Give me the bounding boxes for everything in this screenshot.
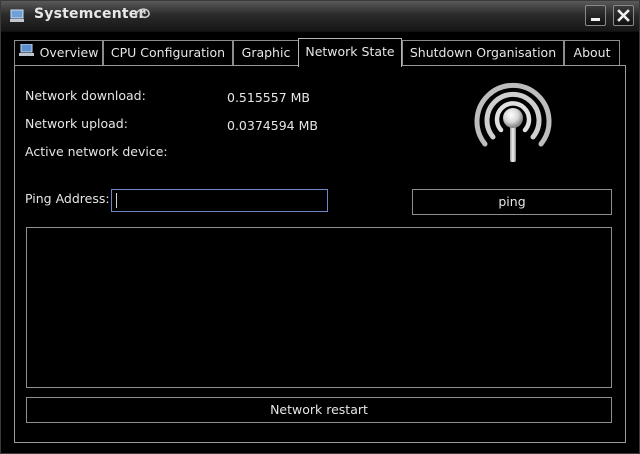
systemcenter-window: Systemcenter Overview CPU Configuration …: [0, 0, 640, 454]
tab-label: Overview: [39, 45, 99, 60]
ping-address-input[interactable]: [111, 189, 328, 212]
tab-label: Graphic: [241, 45, 291, 60]
network-upload-value: 0.0374594 MB: [227, 118, 318, 133]
tab-label: Network State: [305, 44, 395, 59]
ping-button-label: ping: [498, 194, 526, 209]
active-network-device-label: Active network device:: [25, 144, 168, 159]
tab-graphic[interactable]: Graphic: [233, 40, 299, 65]
tab-label: CPU Configuration: [110, 45, 226, 60]
network-upload-label: Network upload:: [25, 116, 128, 131]
close-icon: [617, 9, 630, 22]
tab-about[interactable]: About: [564, 40, 620, 65]
ping-address-label: Ping Address:: [25, 191, 110, 206]
ping-button[interactable]: ping: [412, 189, 612, 215]
tab-label: About: [573, 45, 611, 60]
swirl-icon: [132, 4, 154, 24]
close-button[interactable]: [613, 5, 634, 26]
ping-output-area[interactable]: [26, 227, 612, 388]
network-restart-label: Network restart: [270, 402, 368, 417]
tab-overview[interactable]: Overview: [14, 40, 103, 65]
tab-label: Shutdown Organisation: [409, 45, 557, 60]
network-download-label: Network download:: [25, 88, 146, 103]
computer-icon: [9, 8, 25, 24]
network-download-value: 0.515557 MB: [227, 90, 310, 105]
minimize-icon: [591, 18, 600, 21]
network-restart-button[interactable]: Network restart: [26, 397, 612, 423]
wireless-signal-icon: [469, 74, 557, 166]
computer-icon: [18, 40, 34, 64]
tab-network-state[interactable]: Network State: [298, 38, 402, 67]
title-bar[interactable]: Systemcenter: [1, 1, 639, 32]
tab-shutdown-organisation[interactable]: Shutdown Organisation: [402, 40, 564, 65]
tab-bar: Overview CPU Configuration Graphic Netwo…: [14, 38, 620, 67]
tab-cpu-configuration[interactable]: CPU Configuration: [103, 40, 233, 65]
window-title: Systemcenter: [34, 6, 146, 22]
minimize-button[interactable]: [585, 5, 606, 26]
text-caret: [116, 193, 117, 208]
